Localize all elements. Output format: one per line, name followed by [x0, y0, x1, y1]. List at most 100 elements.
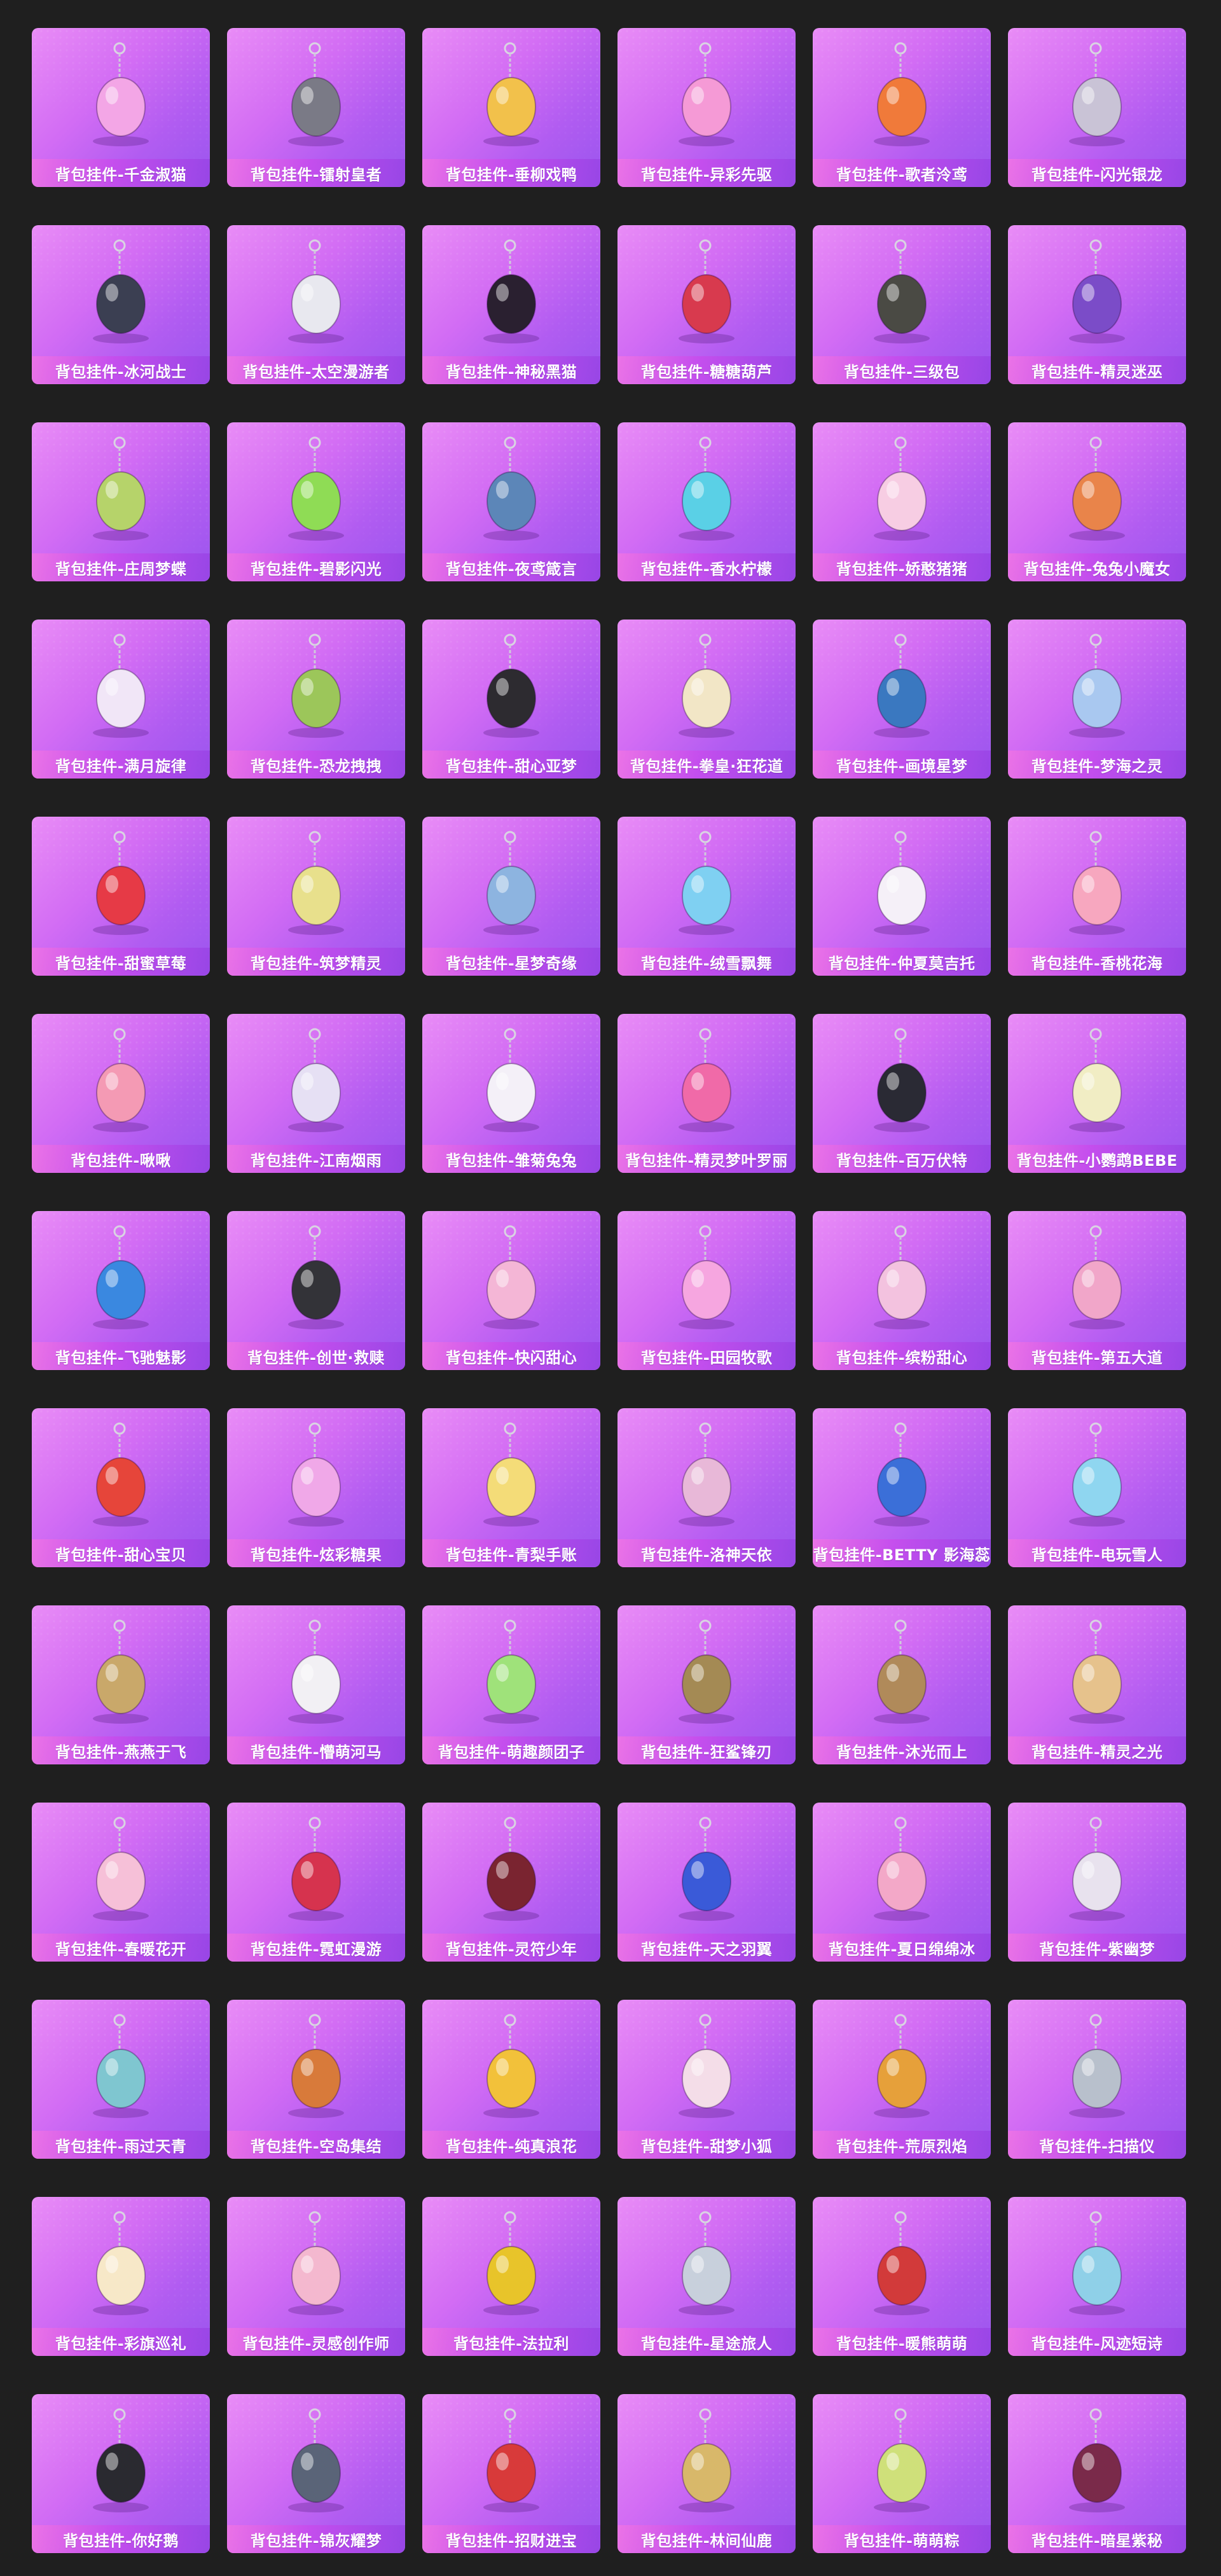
charm-card[interactable]: 背包挂件-糖糖葫芦	[617, 225, 796, 384]
charm-card[interactable]: 背包挂件-飞驰魅影	[32, 1211, 210, 1370]
charm-card[interactable]: 背包挂件-青梨手账	[422, 1408, 600, 1567]
charm-card[interactable]: 背包挂件-懵萌河马	[227, 1605, 405, 1764]
charm-card[interactable]: 背包挂件-筑梦精灵	[227, 817, 405, 976]
charm-card[interactable]: 背包挂件-精灵迷巫	[1008, 225, 1186, 384]
charm-card[interactable]: 背包挂件-BETTY 影海蕊	[813, 1408, 991, 1567]
charm-card[interactable]: 背包挂件-灵符少年	[422, 1803, 600, 1962]
charm-card[interactable]: 背包挂件-香桃花海	[1008, 817, 1186, 976]
charm-card[interactable]: 背包挂件-兔兔小魔女	[1008, 422, 1186, 581]
charm-card[interactable]: 背包挂件-田园牧歌	[617, 1211, 796, 1370]
charm-card[interactable]: 背包挂件-香水柠檬	[617, 422, 796, 581]
charm-label-bar: 背包挂件-小鹦鹉BEBE	[1008, 1145, 1186, 1173]
charm-card[interactable]: 背包挂件-异彩先驱	[617, 28, 796, 187]
charm-card[interactable]: 背包挂件-碧影闪光	[227, 422, 405, 581]
charm-card[interactable]: 背包挂件-风迹短诗	[1008, 2197, 1186, 2356]
charm-card[interactable]: 背包挂件-锦灰耀梦	[227, 2394, 405, 2553]
charm-name: 背包挂件-百万伏特	[836, 1151, 968, 1170]
charm-name: 背包挂件-你好鹅	[63, 2531, 179, 2550]
charm-card[interactable]: 背包挂件-镭射皇者	[227, 28, 405, 187]
charm-card[interactable]: 背包挂件-小鹦鹉BEBE	[1008, 1014, 1186, 1173]
charm-card[interactable]: 背包挂件-夏日绵绵冰	[813, 1803, 991, 1962]
charm-card[interactable]: 背包挂件-萌趣颜团子	[422, 1605, 600, 1764]
charm-card[interactable]: 背包挂件-冰河战士	[32, 225, 210, 384]
charm-card[interactable]: 背包挂件-沐光而上	[813, 1605, 991, 1764]
charm-card[interactable]: 背包挂件-雏菊兔兔	[422, 1014, 600, 1173]
charm-card[interactable]: 背包挂件-星梦奇缘	[422, 817, 600, 976]
charm-card[interactable]: 背包挂件-紫幽梦	[1008, 1803, 1186, 1962]
charm-card[interactable]: 背包挂件-暗星紫秘	[1008, 2394, 1186, 2553]
charm-card[interactable]: 背包挂件-创世·救赎	[227, 1211, 405, 1370]
charm-card[interactable]: 背包挂件-精灵之光	[1008, 1605, 1186, 1764]
charm-card[interactable]: 背包挂件-萌萌粽	[813, 2394, 991, 2553]
charm-card[interactable]: 背包挂件-垂柳戏鸭	[422, 28, 600, 187]
charm-card[interactable]: 背包挂件-霓虹漫游	[227, 1803, 405, 1962]
charm-card[interactable]: 背包挂件-三级包	[813, 225, 991, 384]
charm-card[interactable]: 背包挂件-太空漫游者	[227, 225, 405, 384]
charm-name: 背包挂件-飞驰魅影	[55, 1348, 187, 1367]
witch-star-charm-icon	[1069, 436, 1125, 541]
charm-card[interactable]: 背包挂件-神秘黑猫	[422, 225, 600, 384]
charm-card[interactable]: 背包挂件-荒原烈焰	[813, 2000, 991, 2159]
charm-card[interactable]: 背包挂件-甜心亚梦	[422, 620, 600, 779]
charm-card[interactable]: 背包挂件-第五大道	[1008, 1211, 1186, 1370]
charm-card[interactable]: 背包挂件-星途旅人	[617, 2197, 796, 2356]
charm-card[interactable]: 背包挂件-洛神天依	[617, 1408, 796, 1567]
charm-name: 背包挂件-春暖花开	[55, 1940, 187, 1958]
charm-name: 背包挂件-冰河战士	[55, 363, 187, 381]
charm-label-bar: 背包挂件-夏日绵绵冰	[813, 1934, 991, 1962]
charm-card[interactable]: 背包挂件-画境星梦	[813, 620, 991, 779]
charm-card[interactable]: 背包挂件-燕燕于飞	[32, 1605, 210, 1764]
charm-card[interactable]: 背包挂件-法拉利	[422, 2197, 600, 2356]
charm-card[interactable]: 背包挂件-梦海之灵	[1008, 620, 1186, 779]
charm-card[interactable]: 背包挂件-彩旗巡礼	[32, 2197, 210, 2356]
charm-label-bar: 背包挂件-太空漫游者	[227, 356, 405, 384]
dino-egg-charm-icon	[288, 634, 344, 738]
charm-card[interactable]: 背包挂件-绒雪飘舞	[617, 817, 796, 976]
charm-card[interactable]: 背包挂件-精灵梦叶罗丽	[617, 1014, 796, 1173]
rocket-charm-icon	[679, 2211, 735, 2315]
charm-card[interactable]: 背包挂件-林间仙鹿	[617, 2394, 796, 2553]
charm-card[interactable]: 背包挂件-快闪甜心	[422, 1211, 600, 1370]
charm-card[interactable]: 背包挂件-拳皇·狂花道	[617, 620, 796, 779]
charm-card[interactable]: 背包挂件-灵感创作师	[227, 2197, 405, 2356]
charm-card[interactable]: 背包挂件-空岛集结	[227, 2000, 405, 2159]
charm-card[interactable]: 背包挂件-闪光银龙	[1008, 28, 1186, 187]
charm-card[interactable]: 背包挂件-满月旋律	[32, 620, 210, 779]
charm-card[interactable]: 背包挂件-江南烟雨	[227, 1014, 405, 1173]
charm-card[interactable]: 背包挂件-电玩雪人	[1008, 1408, 1186, 1567]
charm-card[interactable]: 背包挂件-狂鲨锋刃	[617, 1605, 796, 1764]
charm-card[interactable]: 背包挂件-庄周梦蝶	[32, 422, 210, 581]
charm-card[interactable]: 背包挂件-扫描仪	[1008, 2000, 1186, 2159]
charm-label-bar: 背包挂件-绒雪飘舞	[617, 948, 796, 976]
charm-card[interactable]: 背包挂件-啾啾	[32, 1014, 210, 1173]
charm-card[interactable]: 背包挂件-百万伏特	[813, 1014, 991, 1173]
charm-name: 背包挂件-异彩先驱	[640, 165, 773, 184]
charm-label-bar: 背包挂件-星途旅人	[617, 2328, 796, 2356]
charm-card[interactable]: 背包挂件-仲夏莫吉托	[813, 817, 991, 976]
charm-card[interactable]: 背包挂件-炫彩糖果	[227, 1408, 405, 1567]
charm-card[interactable]: 背包挂件-千金淑猫	[32, 28, 210, 187]
charm-card[interactable]: 背包挂件-暖熊萌萌	[813, 2197, 991, 2356]
charm-card[interactable]: 背包挂件-招财进宝	[422, 2394, 600, 2553]
charm-card[interactable]: 背包挂件-天之羽翼	[617, 1803, 796, 1962]
charm-card[interactable]: 背包挂件-缤粉甜心	[813, 1211, 991, 1370]
charm-card[interactable]: 背包挂件-纯真浪花	[422, 2000, 600, 2159]
charm-card[interactable]: 背包挂件-娇憨猪猪	[813, 422, 991, 581]
charm-card[interactable]: 背包挂件-甜梦小狐	[617, 2000, 796, 2159]
charm-name: 背包挂件-田园牧歌	[640, 1348, 773, 1367]
charm-card[interactable]: 背包挂件-甜蜜草莓	[32, 817, 210, 976]
charm-card[interactable]: 背包挂件-甜心宝贝	[32, 1408, 210, 1567]
charm-label-bar: 背包挂件-画境星梦	[813, 751, 991, 779]
candy-charm-icon	[288, 1422, 344, 1527]
charm-name: 背包挂件-神秘黑猫	[445, 363, 577, 381]
charm-name: 背包挂件-洛神天依	[640, 1546, 773, 1564]
charm-card[interactable]: 背包挂件-春暖花开	[32, 1803, 210, 1962]
charm-card[interactable]: 背包挂件-你好鹅	[32, 2394, 210, 2553]
pig-charm-icon	[874, 436, 930, 541]
zongzi-charm-icon	[874, 2408, 930, 2512]
pear-charm-icon	[483, 1422, 539, 1527]
charm-card[interactable]: 背包挂件-夜鸢箴言	[422, 422, 600, 581]
charm-card[interactable]: 背包挂件-雨过天青	[32, 2000, 210, 2159]
charm-card[interactable]: 背包挂件-恐龙拽拽	[227, 620, 405, 779]
charm-card[interactable]: 背包挂件-歌者泠鸢	[813, 28, 991, 187]
